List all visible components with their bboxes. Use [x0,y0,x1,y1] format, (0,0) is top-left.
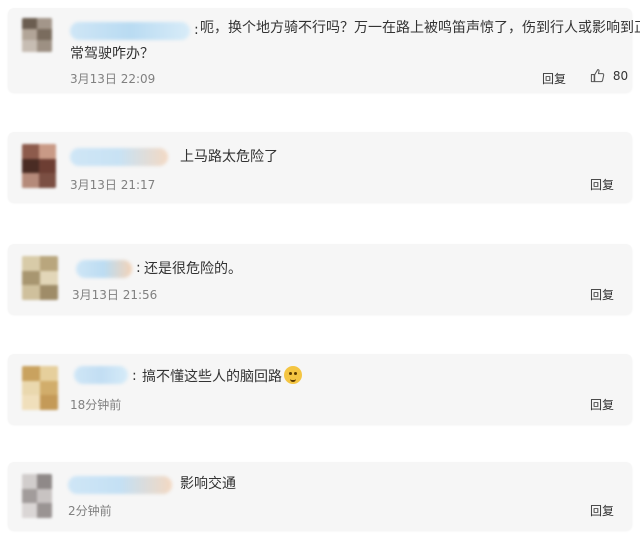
avatar[interactable] [22,474,52,518]
comment-card: : 还是很危险的。 3月13日 21:56 回复 [8,244,632,314]
comment-time: 3月13日 21:17 [70,178,156,192]
comment-text: 还是很危险的。 [144,261,242,277]
username-redacted[interactable] [68,476,172,494]
comment-text-line-1: 呃，换个地方骑不行吗？万一在路上被鸣笛声惊了，伤到行人或影响到正 [200,20,640,36]
comment-text: 影响交通 [180,476,236,492]
reply-button[interactable]: 回复 [590,286,614,303]
comment-time: 3月13日 22:09 [70,72,156,86]
avatar[interactable] [22,366,58,410]
comment-card: : 呃，换个地方骑不行吗？万一在路上被鸣笛声惊了，伤到行人或影响到正 常驾驶咋办… [8,8,640,92]
avatar[interactable] [22,144,56,188]
username-redacted[interactable] [70,148,168,166]
comment-time: 2分钟前 [68,504,112,518]
username-redacted[interactable] [70,22,190,40]
comment-text: 搞不懂这些人的脑回路 [142,365,302,389]
comment-text-content: 搞不懂这些人的脑回路 [142,369,282,385]
colon-separator: : [136,260,141,276]
colon-separator: : [194,22,199,38]
avatar[interactable] [22,18,52,52]
comment-time: 3月13日 21:56 [72,288,158,302]
comment-card: : 搞不懂这些人的脑回路 18分钟前 回复 [8,354,632,424]
reply-button[interactable]: 回复 [542,70,566,87]
avatar[interactable] [22,256,58,300]
comment-card: 影响交通 2分钟前 回复 [8,462,632,530]
like-button[interactable]: 80 [590,68,628,83]
thumbs-up-icon [590,69,605,83]
username-redacted[interactable] [76,260,132,278]
reply-button[interactable]: 回复 [590,176,614,193]
reply-button[interactable]: 回复 [590,502,614,519]
comment-card: 上马路太危险了 3月13日 21:17 回复 [8,132,632,202]
colon-separator: : [132,368,137,384]
like-count: 80 [612,69,629,83]
comment-text-continuation: 常驾驶咋办？ [70,46,154,62]
reply-button[interactable]: 回复 [590,396,614,413]
doge-emoji-icon [284,366,302,384]
comment-text: 上马路太危险了 [180,149,278,165]
comment-text: 呃，换个地方骑不行吗？万一在路上被鸣笛声惊了，伤到行人或影响到正 [200,16,640,40]
comment-time: 18分钟前 [70,398,122,412]
username-redacted[interactable] [74,366,128,384]
